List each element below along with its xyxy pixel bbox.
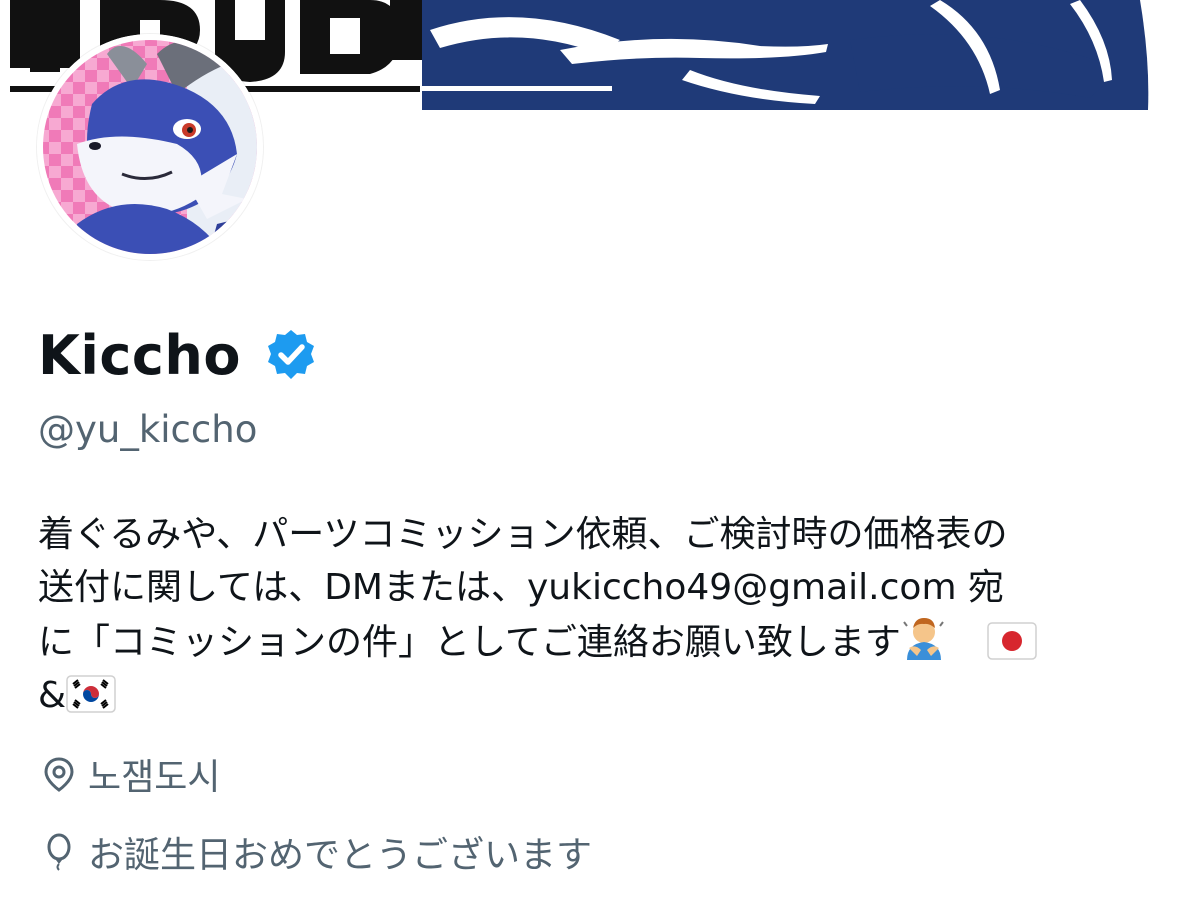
bio-line-2: 送付に関しては、DMまたは、yukiccho49@gmail.com 宛: [38, 561, 1178, 614]
birthday-text: お誕生日おめでとうございます: [88, 835, 593, 876]
display-name-row: Kiccho: [38, 318, 319, 392]
bio-line-1: 着ぐるみや、パーツコミッション依頼、ご検討時の価格表の: [38, 514, 1008, 555]
balloon-icon: [47, 833, 71, 871]
bio-line-2-tail: 宛: [956, 567, 1004, 608]
flag-japan-icon: [987, 622, 1037, 660]
dragon-character-avatar-icon: [37, 34, 263, 260]
location-pin-icon: [44, 757, 74, 792]
bio-line-4-text: &: [38, 675, 67, 716]
location-text: 노잼도시: [88, 757, 221, 798]
profile-bio: 着ぐるみや、パーツコミッション依頼、ご検討時の価格表の 送付に関しては、DMまた…: [38, 508, 1178, 722]
display-name: Kiccho: [38, 323, 241, 387]
bio-line-2-text: 送付に関しては、DMまたは、: [38, 567, 527, 608]
profile-handle: @yu_kiccho: [38, 408, 258, 451]
person-bowing-emoji-icon: [903, 618, 944, 660]
bio-line-3: に「コミッションの件」としてご連絡お願い致します: [38, 614, 1178, 669]
profile-avatar[interactable]: [37, 34, 263, 260]
flag-south-korea-icon: [66, 675, 116, 713]
profile-birthday: お誕生日おめでとうございます: [40, 826, 592, 878]
verified-badge-icon[interactable]: [263, 327, 319, 383]
bio-line-3-text: に「コミッションの件」としてご連絡お願い致します: [38, 622, 901, 663]
profile-location: 노잼도시: [40, 748, 220, 800]
profile-page: Kiccho @yu_kiccho 着ぐるみや、パーツコミッション依頼、ご検討時…: [0, 0, 1200, 898]
bio-email-link[interactable]: yukiccho49@gmail.com: [527, 567, 957, 608]
bio-line-4: &: [38, 669, 1178, 722]
